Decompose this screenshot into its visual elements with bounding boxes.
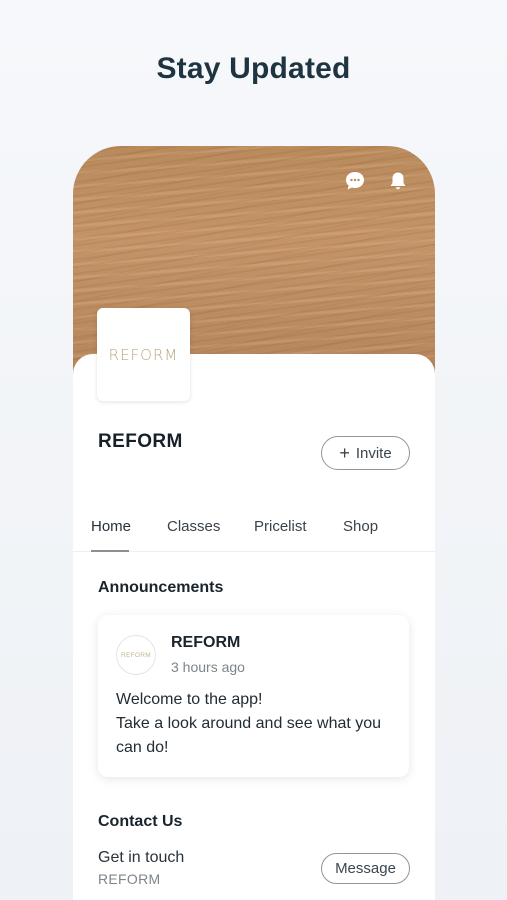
post-avatar: REFORM (116, 635, 156, 675)
tab-pricelist[interactable]: Pricelist (254, 518, 307, 535)
message-button[interactable]: Message (321, 853, 410, 884)
post-body: Welcome to the app! Take a look around a… (116, 688, 401, 760)
announcements-title: Announcements (98, 579, 224, 596)
tab-bar: Home Classes Pricelist Shop (73, 510, 435, 552)
chat-icon[interactable] (344, 170, 366, 192)
avatar-wordmark: REFORM (121, 651, 151, 659)
tab-classes[interactable]: Classes (167, 518, 220, 535)
invite-label: Invite (355, 444, 392, 462)
post-time: 3 hours ago (171, 659, 245, 675)
profile-name: REFORM (98, 431, 183, 452)
post-line-1: Welcome to the app! (116, 691, 263, 708)
phone-frame: REFORM REFORM + Invite Home Classes Pric… (73, 146, 435, 900)
logo-wordmark: REFORM (108, 345, 179, 364)
invite-button[interactable]: + Invite (321, 436, 410, 470)
contact-heading: Get in touch (98, 849, 185, 866)
announcement-card[interactable]: REFORM REFORM 3 hours ago Welcome to the… (98, 615, 409, 777)
brand-logo: REFORM (97, 308, 190, 401)
bell-icon[interactable] (387, 170, 409, 192)
contact-title: Contact Us (98, 813, 183, 830)
tab-home[interactable]: Home (91, 518, 131, 535)
post-author: REFORM (171, 634, 241, 651)
tab-shop[interactable]: Shop (343, 518, 378, 535)
contact-business: REFORM (98, 871, 161, 887)
post-line-2: Take a look around and see what you can … (116, 715, 382, 756)
active-tab-indicator (91, 550, 129, 552)
plus-icon: + (339, 443, 350, 463)
page-headline: Stay Updated (156, 52, 351, 85)
